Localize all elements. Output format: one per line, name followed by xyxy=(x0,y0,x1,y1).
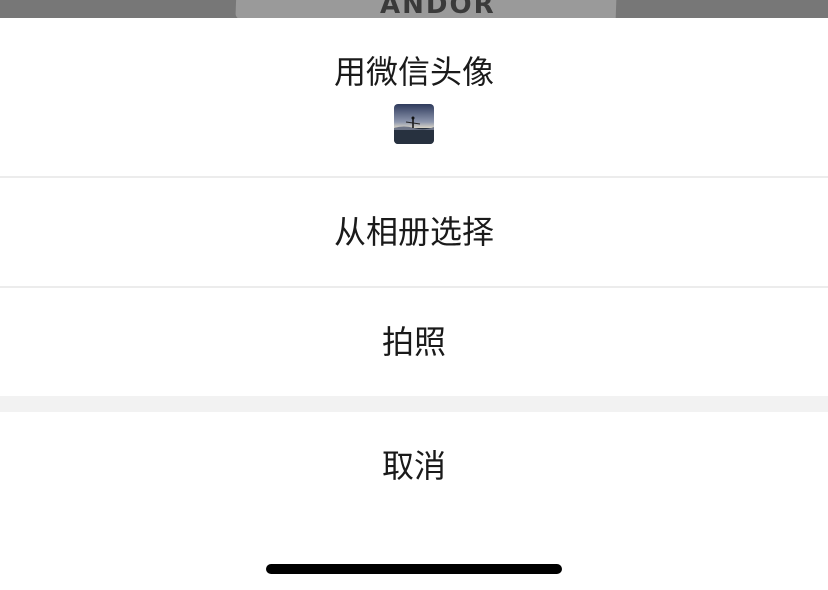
use-wechat-avatar-label: 用微信头像 xyxy=(333,53,494,91)
take-photo-option[interactable]: 拍照 xyxy=(0,288,828,396)
background-partial-label: ANDOR xyxy=(380,0,496,20)
choose-from-album-option[interactable]: 从相册选择 xyxy=(0,178,828,286)
wechat-avatar-thumbnail xyxy=(394,104,434,144)
cancel-label: 取消 xyxy=(381,447,446,485)
take-photo-label: 拍照 xyxy=(381,323,446,361)
use-wechat-avatar-option[interactable]: 用微信头像 xyxy=(0,18,828,176)
choose-from-album-label: 从相册选择 xyxy=(333,213,494,251)
home-indicator[interactable] xyxy=(266,564,562,574)
action-sheet: 用微信头像 从相册选择 拍照 取消 xyxy=(0,18,828,590)
group-gap xyxy=(0,396,828,412)
